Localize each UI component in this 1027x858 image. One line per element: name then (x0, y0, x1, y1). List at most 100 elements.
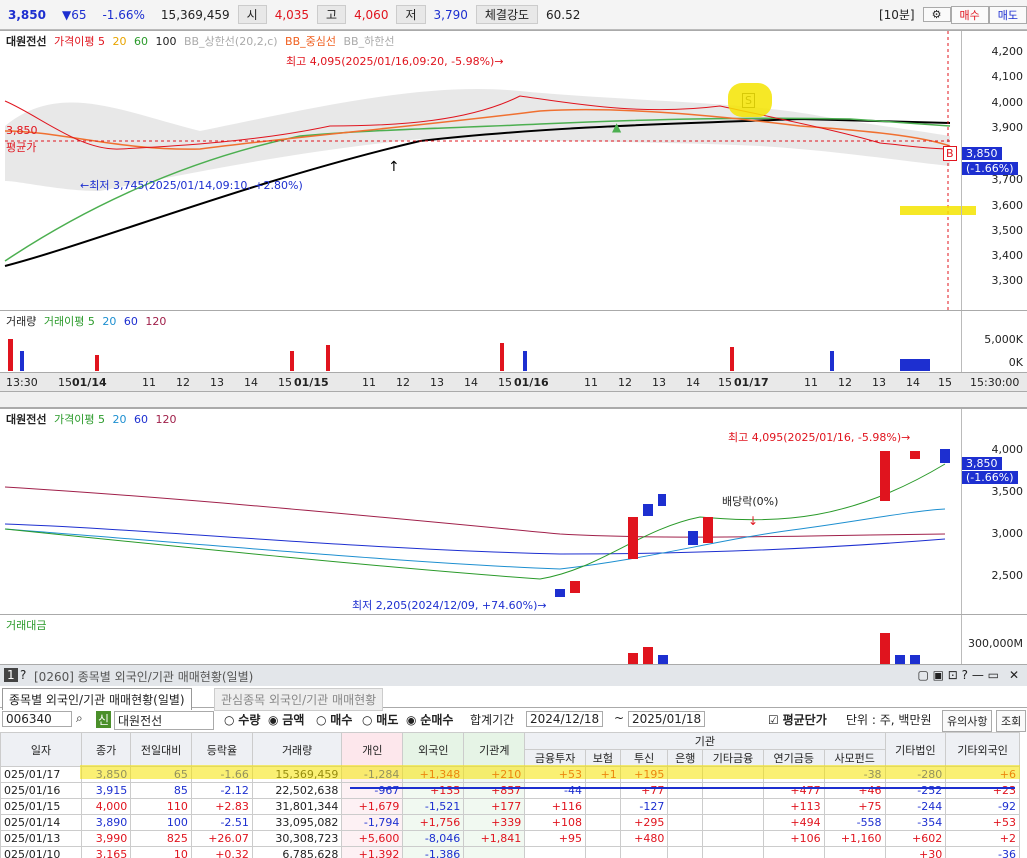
table-cell: +1,841 (463, 830, 526, 847)
col-bank: 은행 (667, 749, 704, 767)
table-cell: -2.12 (190, 782, 253, 799)
table-cell (667, 846, 704, 858)
table-cell: 85 (130, 782, 192, 799)
window-icons[interactable]: ▢ ▣ ⊡ ? — ▭ (917, 668, 999, 682)
table-cell: +26.07 (190, 830, 253, 847)
table-cell: 10 (130, 846, 192, 858)
ytick: 3,500 (991, 485, 1024, 498)
close-icon[interactable]: ✕ (1009, 668, 1019, 682)
table-cell: +0.32 (190, 846, 253, 858)
table-row[interactable]: 025/01/10 3,165 10 +0.32 6,785,628 +1,392 -1,3… (0, 846, 1020, 858)
table-cell: +602 (884, 830, 947, 847)
table-cell: +1,160 (823, 830, 886, 847)
table-cell: +30 (884, 846, 947, 858)
left-price-tag: 3,850 (6, 124, 38, 137)
daily-chart[interactable]: 대원전선 가격이평 5 20 60 120 ↓ 최고 4,095(2025/01… (0, 408, 1027, 615)
radio-amount[interactable]: ◉ 금액 (268, 711, 304, 728)
xtick: 15 (938, 376, 952, 389)
xtick: 11 (804, 376, 818, 389)
xtick: 14 (906, 376, 920, 389)
col-group-institution: 기관 (524, 732, 886, 750)
ytick: 2,500 (991, 569, 1024, 582)
table-cell: -8,046 (402, 830, 465, 847)
sell-button[interactable]: 매도 (988, 5, 1027, 24)
col-pension: 연기금등 (762, 749, 825, 767)
table-cell: -2.51 (190, 814, 253, 831)
change-rate: -1.66% (102, 7, 145, 22)
table-cell (524, 846, 586, 858)
table-cell: 4,000 (81, 798, 132, 815)
radio-buy[interactable]: ○ 매수 (316, 711, 352, 728)
table-cell: -1,386 (402, 846, 465, 858)
date-to[interactable]: 2025/01/18 (628, 711, 706, 727)
row-highlight (80, 765, 1020, 779)
high-label: 고 (317, 5, 347, 24)
volume-chart: 거래량 거래이평 5 20 60 120 5,000K 0K (0, 310, 1027, 373)
chart2-low-note: 최저 2,205(2024/12/09, +74.60%)→ (352, 599, 547, 612)
xtick: 01/16 (514, 376, 549, 389)
stock-name-field: 대원전선 (114, 711, 214, 730)
xtick: 12 (176, 376, 190, 389)
table-cell: +106 (762, 830, 825, 847)
table-row[interactable]: 025/01/15 4,000 110 +2.83 31,801,344 +1,679 -1… (0, 798, 1020, 815)
panel-tabs: 종목별 외국인/기관 매매현황(일별) 관심종목 외국인/기관 매매현황 (0, 686, 1027, 711)
table-cell: 025/01/16 (0, 782, 83, 799)
xtick: 14 (686, 376, 700, 389)
query-button[interactable]: 조회 (996, 710, 1027, 732)
gear-icon[interactable]: ⚙ (922, 7, 951, 22)
table-cell: +295 (619, 814, 669, 831)
ytick: 4,200 (991, 45, 1024, 58)
table-cell: 3,990 (81, 830, 132, 847)
table-cell: +177 (463, 798, 526, 815)
table-cell (463, 846, 526, 858)
xtick: 12 (618, 376, 632, 389)
table-row[interactable]: 025/01/14 3,890 100 -2.51 33,095,082 -1,794 +1… (0, 814, 1020, 831)
table-cell (584, 846, 621, 858)
col-close: 종가 (81, 732, 132, 767)
avg-price-label: 평균가 (6, 141, 37, 154)
ytick: 3,600 (991, 199, 1024, 212)
ytick: 3,700 (991, 173, 1024, 186)
period-selector[interactable]: [10분] (871, 6, 923, 23)
table-cell: +95 (524, 830, 586, 847)
notice-button[interactable]: 유의사항 (942, 710, 993, 732)
help-icon[interactable]: ? (20, 668, 26, 682)
table-cell (702, 814, 764, 831)
tilde: ~ (614, 711, 625, 725)
buy-button[interactable]: 매수 (950, 5, 989, 24)
table-cell: -354 (884, 814, 947, 831)
radio-sell[interactable]: ○ 매도 (362, 711, 398, 728)
volume: 15,369,459 (160, 7, 230, 22)
table-cell: -558 (823, 814, 886, 831)
dividend-note: 배당락(0%) (722, 495, 779, 508)
table-row[interactable]: 025/01/13 3,990 825 +26.07 30,308,723 +5,600-… (0, 830, 1020, 847)
table-cell (667, 782, 704, 799)
table-row[interactable]: 025/01/16 3,915 85 -2.12 22,502,638 -967 +135 +… (0, 782, 1020, 799)
radio-net[interactable]: ◉ 순매수 (406, 711, 453, 728)
table-cell (667, 830, 704, 847)
high-value: 4,060 (354, 7, 389, 22)
chart-scrollbar[interactable] (0, 392, 1027, 408)
date-from[interactable]: 2024/12/18 (526, 711, 604, 727)
trading-value-chart: 거래대금 300,000M (0, 614, 1027, 665)
search-icon[interactable]: ⌕ (76, 711, 83, 726)
radio-qty[interactable]: ○ 수량 (224, 711, 260, 728)
strength-label: 체결강도 (475, 5, 539, 24)
table-cell: -244 (884, 798, 947, 815)
col-other-corp: 기타법인 (884, 732, 947, 767)
tab-daily[interactable]: 종목별 외국인/기관 매매현황(일별) (2, 688, 192, 710)
table-cell: -1,794 (341, 814, 404, 831)
avg-price-checkbox[interactable]: ☑ 평균단가 (768, 711, 827, 728)
intraday-chart[interactable]: 대원전선 가격이평 5 20 60 100 BB_상한선(20,2,c) BB_… (0, 30, 1027, 311)
table-cell (667, 814, 704, 831)
stock-code-input[interactable]: 006340 (2, 711, 72, 727)
unit-label: 단위 : 주, 백만원 (846, 713, 932, 727)
xtick: 13 (430, 376, 444, 389)
current-rate-tag: (-1.66%) (962, 471, 1018, 484)
xtick: 12 (838, 376, 852, 389)
table-cell: 110 (130, 798, 192, 815)
xtick: 15 (498, 376, 512, 389)
trading-table: 일자 종가 전일대비 등락율 거래량 개인 외국인 기관계 기관 기타법인 기타… (0, 732, 1027, 858)
table-cell (584, 814, 621, 831)
xtick: 11 (142, 376, 156, 389)
